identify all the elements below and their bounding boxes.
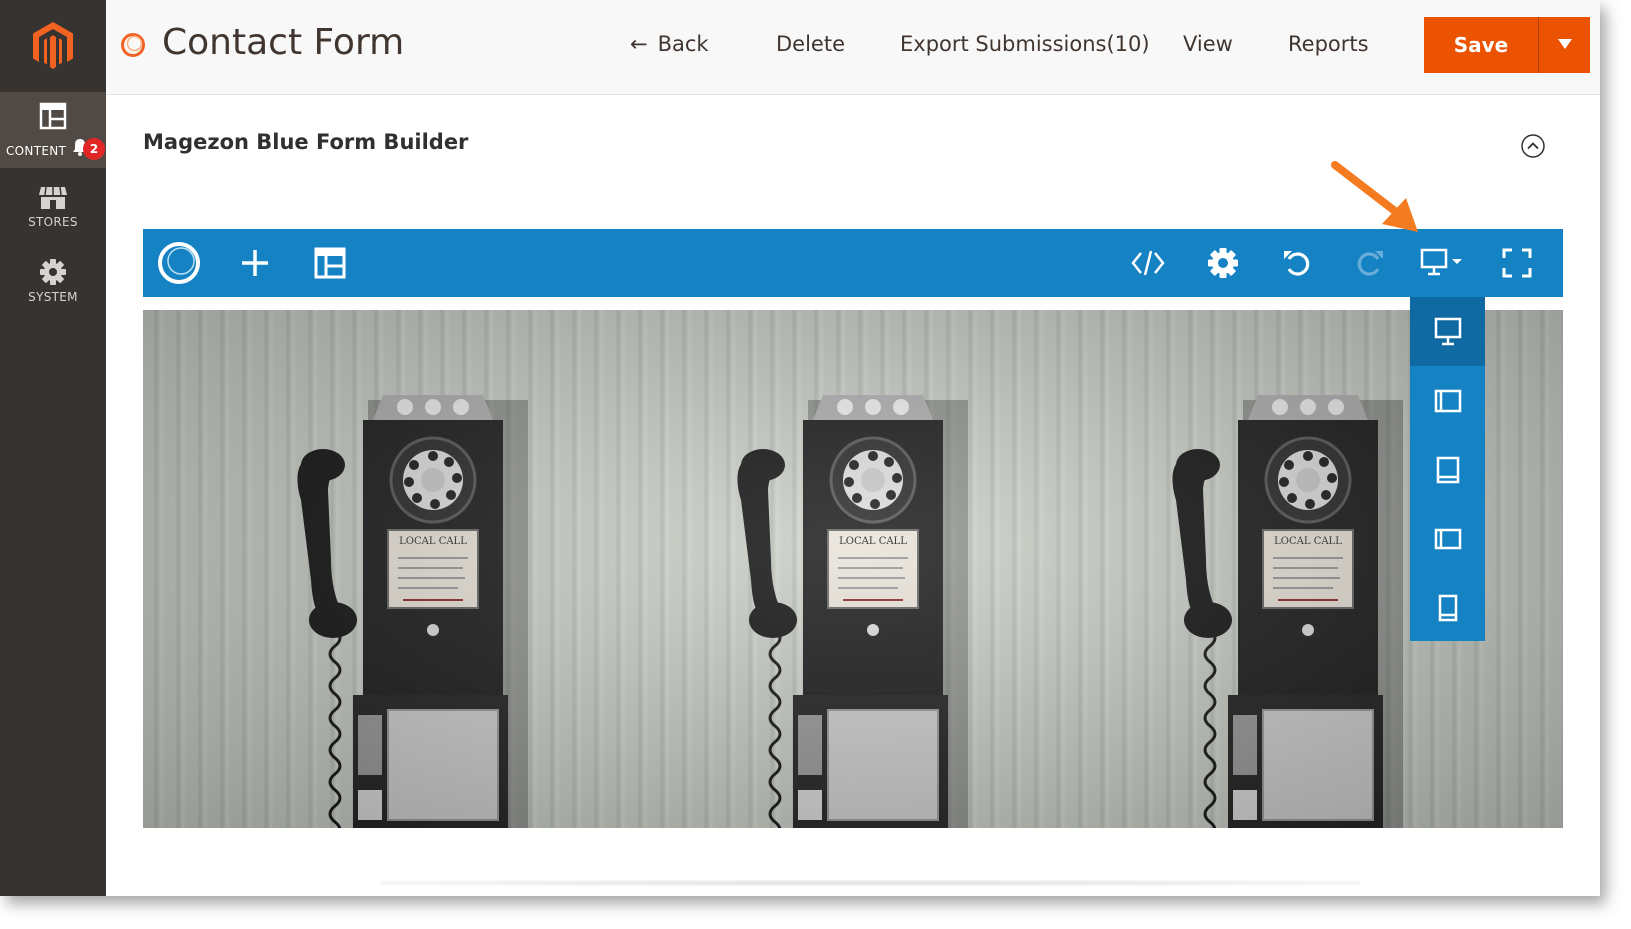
save-options-button[interactable] (1538, 17, 1590, 73)
page-header: Contact Form ← Back Delete Export Submiss… (106, 0, 1600, 95)
content-icon (39, 102, 67, 130)
notification-badge[interactable]: 2 (83, 138, 105, 160)
sidebar-item-stores[interactable]: STORES (0, 185, 106, 245)
section-title: Magezon Blue Form Builder (143, 130, 469, 154)
phone-label: LOCAL CALL (399, 536, 467, 547)
plus-icon[interactable] (231, 239, 279, 287)
sidebar-item-label: CONTENT (6, 144, 67, 158)
delete-button[interactable]: Delete (776, 32, 845, 56)
sidebar-item-system[interactable]: SYSTEM (0, 258, 106, 318)
phones-illustration (295, 393, 1405, 828)
phone-booth-image: LOCAL CALL LOCAL CALL LOCAL CALL (143, 310, 1563, 828)
arrow-left-icon: ← (630, 32, 648, 56)
stores-icon (39, 186, 67, 209)
admin-sidebar: CONTENT 2 STORES SYSTEM (0, 0, 106, 896)
device-switcher-button[interactable] (1413, 239, 1473, 287)
magezon-ring-icon (121, 33, 145, 57)
annotation-arrow-icon (1331, 161, 1418, 232)
sidebar-item-label: STORES (28, 215, 78, 229)
fullscreen-icon[interactable] (1493, 239, 1541, 287)
content-divider (380, 880, 1360, 886)
desktop-icon (1420, 248, 1462, 276)
device-option-tablet-landscape[interactable] (1410, 366, 1485, 435)
reports-button[interactable]: Reports (1288, 32, 1369, 56)
device-option-mobile-landscape[interactable] (1410, 504, 1485, 573)
export-submissions-button[interactable]: Export Submissions(10) (900, 32, 1150, 56)
device-option-desktop[interactable] (1410, 297, 1485, 366)
phone-label: LOCAL CALL (839, 536, 907, 547)
caret-down-icon (1557, 38, 1572, 49)
phone-label: LOCAL CALL (1274, 536, 1342, 547)
app-window: CONTENT 2 STORES SYSTEM Contact Form ← B… (0, 0, 1600, 896)
undo-icon[interactable] (1273, 239, 1321, 287)
collapse-icon[interactable] (1520, 133, 1546, 159)
view-button[interactable]: View (1183, 32, 1233, 56)
desktop-icon (1434, 317, 1461, 345)
page-title: Contact Form (162, 22, 405, 63)
redo-icon[interactable] (1346, 239, 1394, 287)
sidebar-item-label: SYSTEM (28, 290, 78, 304)
code-icon[interactable] (1124, 239, 1172, 287)
device-menu (1410, 297, 1485, 641)
mobile-portrait-icon (1438, 594, 1457, 621)
layout-icon[interactable] (306, 239, 354, 287)
back-button[interactable]: ← Back (630, 32, 709, 56)
gear-icon[interactable] (1199, 239, 1247, 287)
gear-icon (40, 259, 66, 285)
magezon-logo-icon[interactable] (155, 239, 203, 287)
device-option-tablet-portrait[interactable] (1410, 435, 1485, 504)
save-button[interactable]: Save (1424, 17, 1538, 73)
mobile-landscape-icon (1434, 528, 1461, 549)
magento-logo-icon[interactable] (0, 0, 106, 92)
device-option-mobile-portrait[interactable] (1410, 573, 1485, 642)
tablet-portrait-icon (1436, 456, 1459, 483)
tablet-landscape-icon (1434, 389, 1461, 412)
